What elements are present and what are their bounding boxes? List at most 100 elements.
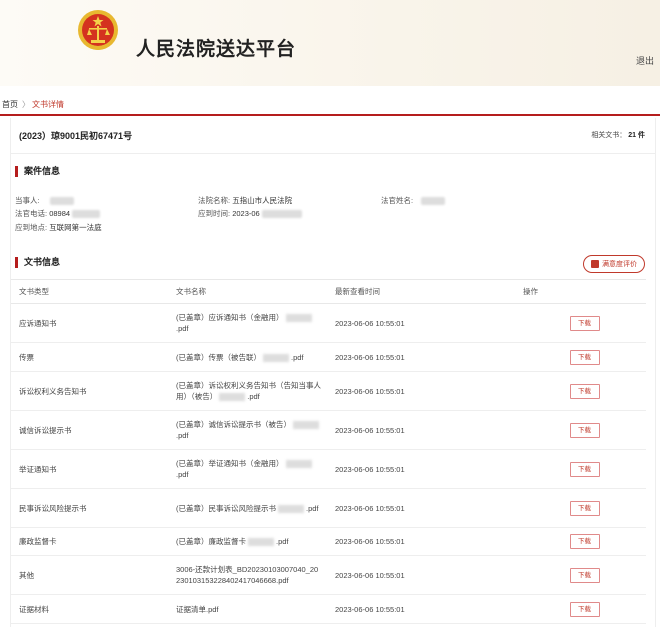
- place-value: 互联网第一法庭: [49, 223, 102, 232]
- doc-view-time: 2023-06-06 10:55:01: [333, 594, 523, 624]
- doc-name[interactable]: (已盖章）诉讼权利义务告知书（告知当事人用）（被告） .pdf: [176, 371, 333, 411]
- download-button[interactable]: 下载: [569, 349, 600, 365]
- table-row: 举证通知书 (已盖章）举证通知书（金融用） .pdf 2023-06-06 10…: [11, 449, 646, 489]
- redacted-value: [285, 314, 312, 323]
- doc-type: 廉政监督卡: [11, 527, 176, 556]
- doc-view-time: 2023-06-06 10:55:01: [333, 449, 523, 489]
- download-button[interactable]: 下载: [569, 601, 600, 617]
- party-label: 当事人:: [15, 196, 40, 205]
- redacted-value: [421, 197, 446, 206]
- doc-name[interactable]: (已盖章）诚信诉讼提示书（被告） .pdf: [176, 410, 333, 450]
- doc-name-ext: .pdf: [306, 503, 319, 513]
- doc-view-time: 2023-06-06 10:55:01: [333, 303, 523, 343]
- doc-name-text: (已盖章）诚信诉讼提示书（被告）: [176, 420, 291, 429]
- breadcrumb-current: 文书详情: [32, 100, 64, 109]
- download-button[interactable]: 下载: [569, 383, 600, 399]
- time-label: 应到时间:: [198, 209, 231, 218]
- table-row: 证据材料 证据清单.pdf 2023-06-06 10:55:01 下载: [11, 594, 646, 624]
- phone-value: 08984: [49, 209, 71, 218]
- doc-view-time: 2023-06-06 10:55:01: [333, 488, 523, 528]
- download-button[interactable]: 下载: [569, 500, 600, 516]
- table-row: 诉讼权利义务告知书 (已盖章）诉讼权利义务告知书（告知当事人用）（被告） .pdf…: [11, 371, 646, 411]
- doc-name-ext: .pdf: [291, 352, 304, 362]
- case-info-title: 案件信息: [15, 166, 60, 177]
- divider: [11, 153, 655, 154]
- logout-link[interactable]: 退出: [636, 54, 654, 67]
- court-emblem-icon: [78, 10, 118, 50]
- redacted-value: [263, 353, 289, 362]
- table-header-row: 文书类型 文书名称 最新查看时间 操作: [11, 279, 646, 304]
- header-action: 操作: [523, 279, 646, 304]
- breadcrumb-home[interactable]: 首页: [2, 99, 18, 110]
- doc-name-ext: .pdf: [176, 324, 189, 333]
- doc-name-ext: .pdf: [176, 431, 189, 440]
- doc-view-time: 2023-06-06 10:55:01: [333, 555, 523, 595]
- court-label: 法院名称:: [198, 196, 231, 205]
- doc-name-ext: .pdf: [247, 392, 260, 401]
- court-field: 法院名称: 五指山市人民法院: [198, 195, 292, 206]
- redacted-value: [278, 504, 304, 513]
- redacted-value: [49, 197, 74, 206]
- doc-name[interactable]: (已盖章）民事诉讼风险提示书 .pdf: [176, 488, 333, 528]
- doc-name[interactable]: (已盖章）举证通知书（金融用） .pdf: [176, 449, 333, 489]
- related-docs-count: 相关文书： 21 件: [591, 130, 645, 140]
- download-button[interactable]: 下载: [569, 567, 600, 583]
- related-count: 21 件: [628, 132, 645, 139]
- doc-type: 诉讼权利义务告知书: [11, 371, 176, 411]
- table-row: 传票 (已盖章）传票（被告联） .pdf 2023-06-06 10:55:01 …: [11, 342, 646, 372]
- doc-type: 应诉通知书: [11, 303, 176, 343]
- judge-label: 法官姓名:: [381, 196, 414, 205]
- table-row: 民事诉讼风险提示书 (已盖章）民事诉讼风险提示书 .pdf 2023-06-06 …: [11, 488, 646, 528]
- redacted-value: [72, 210, 101, 219]
- doc-name[interactable]: 3006-还款计划表_BD20230103007040_202301031532…: [176, 555, 333, 595]
- redacted-value: [219, 393, 246, 402]
- doc-type: 民事诉讼风险提示书: [11, 488, 176, 528]
- download-button[interactable]: 下载: [569, 534, 600, 549]
- case-number: (2023）琼9001民初67471号: [19, 131, 133, 141]
- breadcrumb-separator: 〉: [22, 100, 30, 109]
- doc-type: 举证通知书: [11, 449, 176, 489]
- site-header: 人民法院送达平台 退出: [0, 0, 660, 86]
- header-view-time: 最新查看时间: [333, 279, 523, 304]
- rating-label: 满意度评价: [602, 261, 637, 268]
- docs-info-title: 文书信息: [15, 257, 60, 268]
- doc-type: 诚信诉讼提示书: [11, 410, 176, 450]
- table-row: 廉政监督卡 (已盖章）廉政监督卡 .pdf 2023-06-06 10:55:01…: [11, 527, 646, 556]
- party-field: 当事人:: [15, 195, 74, 206]
- redacted-value: [248, 538, 274, 547]
- doc-name[interactable]: 证据清单.pdf: [176, 594, 333, 624]
- table-row: 诚信诉讼提示书 (已盖章）诚信诉讼提示书（被告） .pdf 2023-06-06…: [11, 410, 646, 450]
- rating-button[interactable]: 满意度评价: [583, 255, 645, 273]
- site-title: 人民法院送达平台: [136, 39, 297, 60]
- download-button[interactable]: 下载: [569, 315, 600, 331]
- download-button[interactable]: 下载: [569, 422, 600, 438]
- judge-field: 法官姓名:: [381, 195, 446, 206]
- doc-name[interactable]: (已盖章）廉政监督卡 .pdf: [176, 527, 333, 556]
- place-field: 应到地点: 互联网第一法庭: [15, 222, 102, 233]
- table-row: 其他 3006-还款计划表_BD20230103007040_202301031…: [11, 555, 646, 595]
- doc-type: 其他: [11, 555, 176, 595]
- doc-view-time: 2023-06-06 10:55:01: [333, 342, 523, 372]
- time-value: 2023-06: [232, 209, 260, 218]
- doc-name-text: (已盖章）应诉通知书（金融用）: [176, 313, 284, 322]
- breadcrumb: 首页 〉 文书详情: [0, 96, 660, 116]
- court-value: 五指山市人民法院: [232, 196, 293, 205]
- doc-name[interactable]: (已盖章）应诉通知书（金融用） .pdf: [176, 303, 333, 343]
- doc-name-ext: .pdf: [276, 537, 289, 546]
- doc-view-time: 2023-06-06 10:55:01: [333, 410, 523, 450]
- doc-name[interactable]: (已盖章）传票（被告联） .pdf: [176, 342, 333, 372]
- phone-field: 法官电话: 08984: [15, 208, 101, 219]
- table-row: 应诉通知书 (已盖章）应诉通知书（金融用） .pdf 2023-06-06 10…: [11, 303, 646, 343]
- download-button[interactable]: 下载: [569, 461, 600, 477]
- phone-label: 法官电话:: [15, 209, 48, 218]
- doc-name-text: (已盖章）廉政监督卡: [176, 537, 246, 546]
- time-field: 应到时间: 2023-06: [198, 208, 302, 219]
- header-doc-type: 文书类型: [11, 279, 176, 304]
- related-label: 相关文书：: [591, 132, 627, 139]
- doc-name-text: (已盖章）举证通知书（金融用）: [176, 459, 284, 468]
- doc-name-text: (已盖章）民事诉讼风险提示书: [176, 503, 276, 513]
- header-doc-name: 文书名称: [176, 279, 333, 304]
- redacted-value: [293, 421, 319, 430]
- rating-icon: [591, 260, 599, 268]
- doc-view-time: 2023-06-06 10:55:01: [333, 371, 523, 411]
